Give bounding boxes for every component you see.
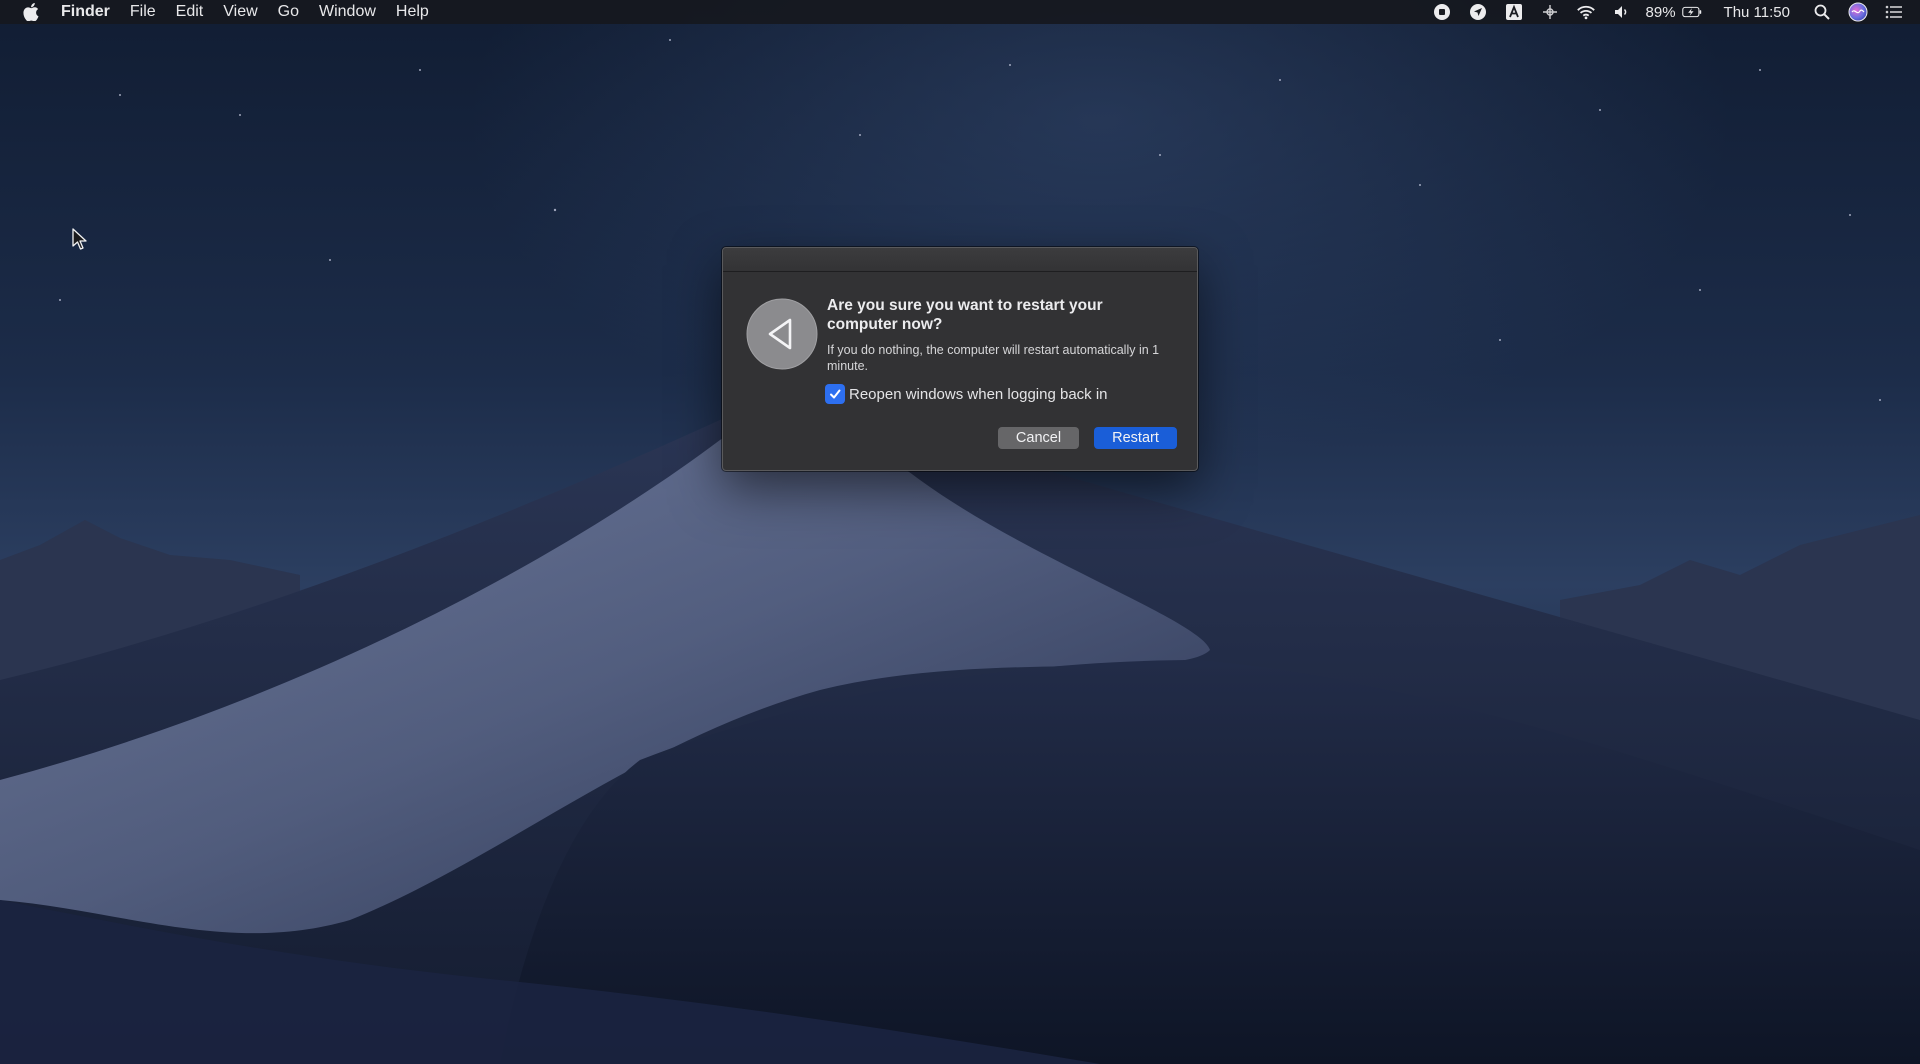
volume-icon[interactable] — [1612, 2, 1632, 22]
menu-go[interactable]: Go — [268, 0, 309, 24]
menu-view[interactable]: View — [213, 0, 267, 24]
battery-percent[interactable]: 89% — [1646, 4, 1676, 21]
mouse-cursor-icon — [72, 228, 87, 250]
scripts-icon[interactable] — [1540, 2, 1560, 22]
spotlight-search-icon[interactable] — [1812, 2, 1832, 22]
restart-dialog: Are you sure you want to restart your co… — [722, 247, 1198, 471]
reopen-windows-label[interactable]: Reopen windows when logging back in — [849, 386, 1108, 403]
menu-window[interactable]: Window — [309, 0, 386, 24]
dialog-title: Are you sure you want to restart your co… — [827, 297, 1103, 333]
checkmark-icon — [830, 389, 841, 399]
desktop-wallpaper — [0, 39, 1920, 1064]
wifi-icon[interactable] — [1576, 2, 1596, 22]
desktop: Finder File Edit View Go Window Help 89%… — [0, 0, 1920, 1064]
reopen-windows-checkbox-row[interactable]: Reopen windows when logging back in — [825, 384, 1108, 404]
battery-charging-icon[interactable] — [1681, 2, 1702, 22]
restart-button[interactable]: Restart — [1094, 427, 1177, 449]
menu-app-name[interactable]: Finder — [61, 0, 120, 24]
restart-triangle-icon — [746, 298, 818, 370]
siri-icon[interactable] — [1848, 2, 1868, 22]
menu-help[interactable]: Help — [386, 0, 439, 24]
cancel-button[interactable]: Cancel — [998, 427, 1079, 449]
dialog-message: If you do nothing, the computer will res… — [827, 343, 1160, 373]
input-source-icon[interactable] — [1504, 2, 1524, 22]
notification-center-icon[interactable] — [1884, 2, 1904, 22]
dialog-titlebar[interactable] — [723, 248, 1197, 272]
reopen-windows-checkbox[interactable] — [825, 384, 845, 404]
location-icon[interactable] — [1468, 2, 1488, 22]
menu-file[interactable]: File — [120, 0, 166, 24]
apple-menu-icon[interactable] — [23, 3, 39, 21]
menubar-clock[interactable]: Thu 11:50 — [1724, 4, 1790, 21]
record-icon[interactable] — [1432, 2, 1452, 22]
menu-bar: Finder File Edit View Go Window Help 89%… — [0, 0, 1920, 24]
menu-edit[interactable]: Edit — [166, 0, 214, 24]
